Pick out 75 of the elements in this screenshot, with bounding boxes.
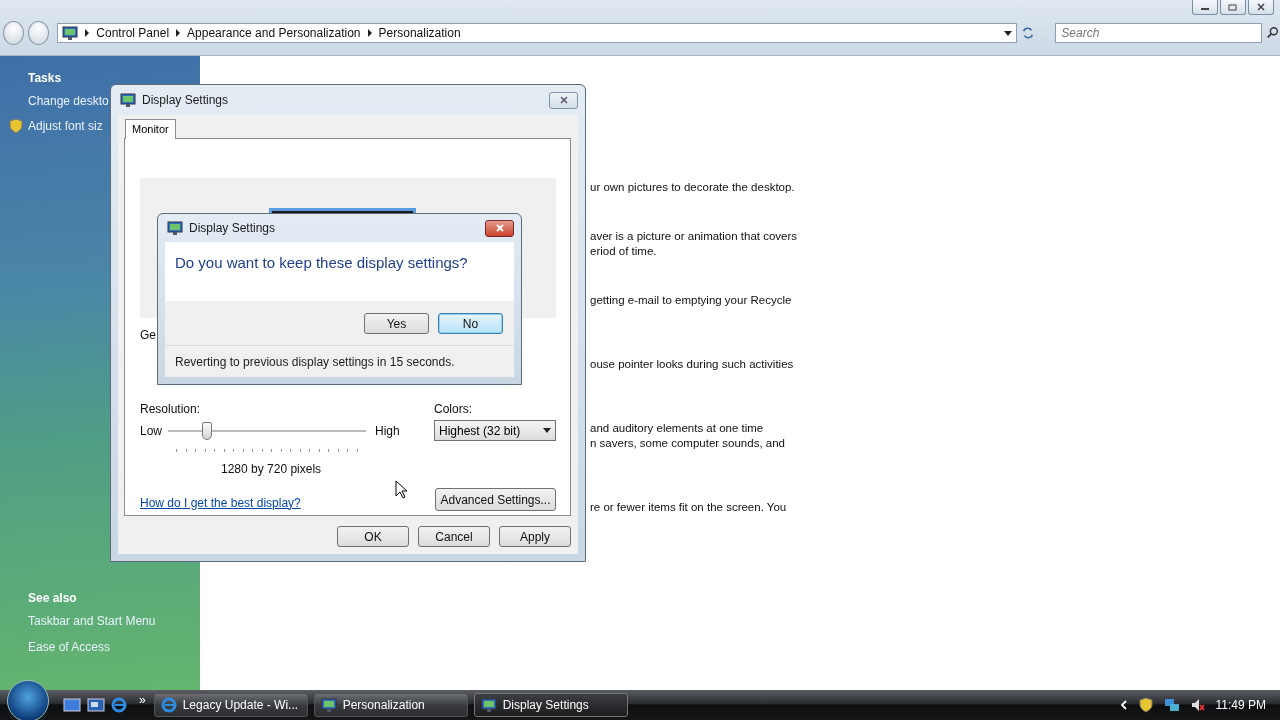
- refresh-icon: [1021, 25, 1036, 41]
- window-switch-icon: [87, 697, 105, 713]
- search-field[interactable]: Search: [1055, 23, 1263, 43]
- browser-icon: [111, 697, 127, 713]
- description-text: re or fewer items fit on the screen. You: [590, 500, 788, 515]
- chevron-icon: [366, 29, 373, 37]
- advanced-settings-button[interactable]: Advanced Settings...: [435, 488, 556, 511]
- sidebar-heading: See also: [28, 591, 78, 605]
- mouse-cursor-icon: [395, 480, 407, 499]
- monitor-icon: [320, 697, 337, 713]
- description-text: n savers, some computer sounds, and: [590, 436, 786, 451]
- forward-button[interactable]: [28, 21, 50, 45]
- dialog-button[interactable]: Yes: [364, 313, 429, 334]
- taskbar-button[interactable]: Legacy Update - Wi...: [153, 693, 308, 717]
- field-label: Resolution:: [140, 402, 201, 416]
- control-panel-icon: [62, 25, 79, 41]
- dialog-button[interactable]: OK: [337, 526, 409, 547]
- slider-max-label: High: [375, 424, 400, 438]
- resolution-value: 1280 by 720 pixels: [221, 462, 322, 476]
- dropdown-icon: [1004, 31, 1013, 37]
- window-title: Display Settings: [142, 93, 229, 107]
- dialog-button[interactable]: Apply: [499, 526, 571, 547]
- network-icon: [1163, 697, 1180, 713]
- description-text: and auditory elements at one time: [590, 421, 765, 436]
- question-text: Do you want to keep these display settings?: [175, 254, 469, 271]
- minimize-button[interactable]: [1192, 0, 1218, 15]
- close-icon: [558, 96, 569, 104]
- countdown-text: Reverting to previous display settings in 15 seconds.: [174, 354, 456, 369]
- description-text: eriod of time.: [590, 244, 658, 259]
- close-button[interactable]: [549, 91, 578, 109]
- monitor-icon: [120, 92, 136, 108]
- desktop-icon: [63, 697, 81, 713]
- breadcrumb-item[interactable]: Control Panel: [96, 26, 170, 40]
- colors-dropdown[interactable]: Highest (32 bit): [434, 420, 556, 441]
- back-button[interactable]: [3, 21, 25, 45]
- chevron-icon: [84, 29, 91, 37]
- help-link[interactable]: How do I get the best display?: [140, 495, 301, 510]
- description-text: ouse pointer looks during such activities: [590, 357, 795, 372]
- start-button[interactable]: [7, 680, 49, 720]
- task-link[interactable]: Adjust font siz: [28, 119, 103, 133]
- chevron-icon: [1119, 700, 1128, 710]
- description-text: getting e-mail to emptying your Recycle: [590, 293, 793, 308]
- breadcrumb-item[interactable]: Appearance and Personalization: [187, 26, 361, 40]
- shield-icon: [8, 118, 24, 134]
- description-text: ur own pictures to decorate the desktop.: [590, 180, 796, 195]
- restore-icon: [1228, 3, 1238, 11]
- breadcrumb-item[interactable]: Personalization: [378, 26, 461, 40]
- close-button[interactable]: [1248, 0, 1274, 15]
- search-icon: [1266, 25, 1280, 41]
- task-link[interactable]: Change deskto: [28, 94, 109, 108]
- monitor-icon: [480, 697, 497, 713]
- sidebar-heading: Tasks: [28, 71, 63, 85]
- slider-thumb[interactable]: [201, 422, 212, 440]
- window-title: Display Settings: [189, 221, 276, 235]
- slider-min-label: Low: [140, 424, 163, 438]
- taskbar-button[interactable]: Display Settings: [473, 693, 628, 717]
- field-label: Ge: [140, 328, 156, 342]
- dialog-button[interactable]: No: [438, 313, 503, 334]
- tab[interactable]: Monitor: [125, 119, 176, 139]
- dialog-button[interactable]: Cancel: [418, 526, 490, 547]
- close-button[interactable]: [485, 219, 514, 237]
- close-icon: [1256, 3, 1266, 11]
- overflow-chevron[interactable]: »: [139, 693, 146, 707]
- address-bar[interactable]: Control Panel Appearance and Personalization Personalization: [57, 23, 1018, 43]
- close-icon: [494, 224, 505, 232]
- field-label: Colors:: [434, 402, 472, 416]
- monitor-icon: [167, 220, 183, 236]
- taskbar-button[interactable]: Personalization: [313, 693, 468, 717]
- browser-icon: [160, 697, 177, 713]
- description-text: aver is a picture or animation that covers: [590, 229, 799, 244]
- dropdown-icon: [543, 427, 551, 434]
- chevron-icon: [175, 29, 182, 37]
- clock[interactable]: 11:49 PM: [1215, 698, 1266, 712]
- shield-icon: [1137, 697, 1154, 713]
- speaker-muted-icon: [1189, 697, 1206, 713]
